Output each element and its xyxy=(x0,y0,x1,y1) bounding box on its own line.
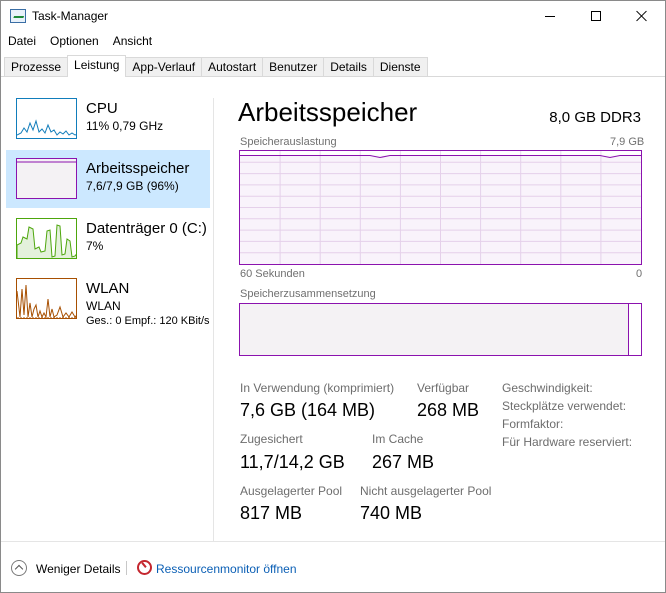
menu-optionen[interactable]: Optionen xyxy=(43,32,106,52)
slots-label: Steckplätze verwendet: xyxy=(502,399,627,413)
tab-strip: Prozesse Leistung App-Verlauf Autostart … xyxy=(4,55,428,77)
cached-value: 267 MB xyxy=(372,452,435,472)
tab-details[interactable]: Details xyxy=(323,57,374,77)
close-icon xyxy=(636,10,648,22)
sidebar-item-detail: 11% 0,79 GHz xyxy=(86,119,164,133)
paged-pool-value: 817 MB xyxy=(240,503,303,523)
hardware-reserved-label: Für Hardware reserviert: xyxy=(502,435,633,449)
sidebar-item-label: WLAN xyxy=(86,280,130,297)
nonpaged-pool-value: 740 MB xyxy=(360,503,423,523)
sidebar-item-detail: 7,6/7,9 GB (96%) xyxy=(86,179,179,193)
window-title: Task-Manager xyxy=(32,9,109,23)
sidebar-item-wlan[interactable]: WLAN WLAN Ges.: 0 Empf.: 120 KBit/s xyxy=(6,270,210,328)
in-use-value: 7,6 GB (164 MB) xyxy=(240,400,376,420)
memory-thumbnail-graph xyxy=(16,158,77,199)
sidebar-item-throughput: Ges.: 0 Empf.: 120 KBit/s xyxy=(86,315,210,327)
sidebar-item-detail: 7% xyxy=(86,239,104,253)
sidebar-item-memory[interactable]: Arbeitsspeicher 7,6/7,9 GB (96%) xyxy=(6,150,210,208)
menu-bar: Datei Optionen Ansicht xyxy=(1,32,159,52)
maximize-icon xyxy=(591,11,601,21)
composition-in-use xyxy=(240,304,629,355)
task-manager-window: Task-Manager Datei Optionen Ansicht Proz… xyxy=(0,0,666,593)
tab-benutzer[interactable]: Benutzer xyxy=(262,57,325,77)
maximize-button[interactable] xyxy=(573,1,619,31)
minimize-icon xyxy=(545,15,555,17)
committed-value: 11,7/14,2 GB xyxy=(240,452,345,472)
memory-spec: 8,0 GB DDR3 xyxy=(549,109,641,126)
sidebar-item-cpu[interactable]: CPU 11% 0,79 GHz xyxy=(6,90,210,148)
sidebar-item-disk[interactable]: Datenträger 0 (C:) 7% xyxy=(6,210,210,268)
resource-monitor-icon[interactable] xyxy=(137,560,152,575)
in-use-label: In Verwendung (komprimiert) xyxy=(240,381,395,395)
time-axis-right: 0 xyxy=(636,268,643,280)
sidebar-item-detail: WLAN xyxy=(86,299,121,313)
fewer-details-link[interactable]: Weniger Details xyxy=(36,562,120,576)
sidebar-item-label: Datenträger 0 (C:) xyxy=(86,220,207,237)
tab-dienste[interactable]: Dienste xyxy=(372,57,428,77)
memory-usage-chart xyxy=(240,151,641,264)
usage-graph-label: Speicherauslastung xyxy=(240,136,337,148)
form-factor-label: Formfaktor: xyxy=(502,417,564,431)
memory-composition-bar xyxy=(239,303,642,356)
tab-app-verlauf[interactable]: App-Verlauf xyxy=(125,57,203,77)
task-manager-icon xyxy=(10,9,26,23)
nonpaged-pool-label: Nicht ausgelagerter Pool xyxy=(360,484,492,498)
memory-sparkline xyxy=(17,161,76,163)
disk-sparkline xyxy=(17,224,76,258)
tab-prozesse[interactable]: Prozesse xyxy=(4,57,69,77)
cpu-sparkline xyxy=(17,119,76,136)
page-title: Arbeitsspeicher xyxy=(238,97,418,127)
menu-ansicht[interactable]: Ansicht xyxy=(106,32,159,52)
cached-label: Im Cache xyxy=(372,432,424,446)
time-axis-left: 60 Sekunden xyxy=(240,268,305,280)
footer-separator xyxy=(1,541,665,542)
cpu-thumbnail-graph xyxy=(16,98,77,139)
committed-label: Zugesichert xyxy=(240,432,303,446)
tab-autostart[interactable]: Autostart xyxy=(201,57,264,77)
wlan-thumbnail-graph xyxy=(16,278,77,319)
usage-graph-max: 7,9 GB xyxy=(610,136,645,148)
sidebar-item-label: CPU xyxy=(86,100,118,117)
minimize-button[interactable] xyxy=(527,1,573,31)
footer-divider xyxy=(126,561,127,575)
sidebar-separator xyxy=(213,98,214,541)
menu-datei[interactable]: Datei xyxy=(1,32,43,52)
speed-label: Geschwindigkeit: xyxy=(502,381,593,395)
available-value: 268 MB xyxy=(417,400,480,420)
disk-thumbnail-graph xyxy=(16,218,77,259)
sidebar-item-label: Arbeitsspeicher xyxy=(86,160,190,177)
usage-area xyxy=(240,155,641,264)
wlan-sparkline xyxy=(17,284,76,318)
tab-leistung[interactable]: Leistung xyxy=(67,55,127,77)
available-label: Verfügbar xyxy=(417,381,470,395)
open-resource-monitor-link[interactable]: Ressourcenmonitor öffnen xyxy=(156,562,297,576)
close-button[interactable] xyxy=(619,1,665,31)
title-bar[interactable]: Task-Manager xyxy=(1,1,665,31)
paged-pool-label: Ausgelagerter Pool xyxy=(240,484,343,498)
composition-label: Speicherzusammensetzung xyxy=(240,288,376,300)
chevron-up-icon[interactable] xyxy=(11,560,27,576)
memory-usage-graph xyxy=(239,150,642,265)
